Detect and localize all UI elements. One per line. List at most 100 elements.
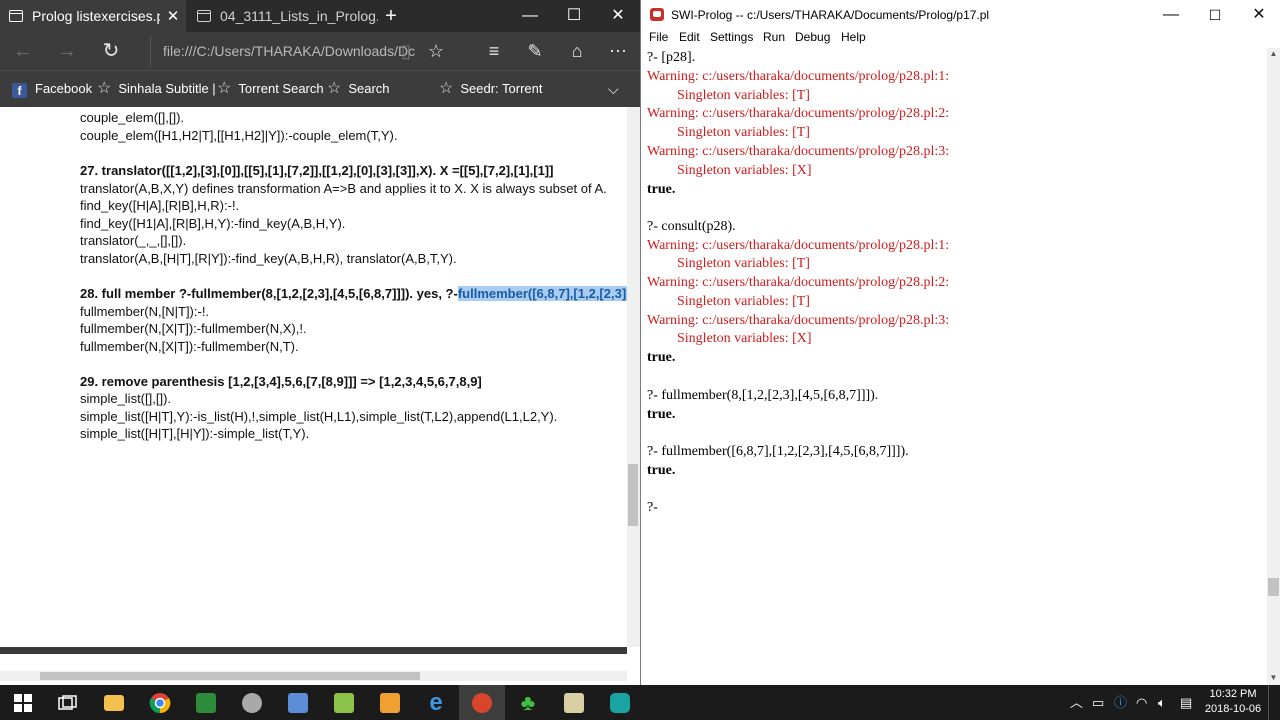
battery-icon[interactable]: ▭ xyxy=(1092,685,1104,720)
network-icon[interactable]: ◠ xyxy=(1136,685,1147,720)
favorite-torrent-search[interactable]: ☆ Torrent Search xyxy=(217,71,324,107)
scroll-up-icon[interactable]: ▲ xyxy=(1267,48,1280,60)
console-query: ?- consult(p28). xyxy=(647,219,736,234)
edge-icon[interactable]: e xyxy=(413,685,459,720)
favorite-label: Search xyxy=(348,81,390,96)
console-warning: Warning: c:/users/tharaka/documents/prol… xyxy=(647,275,950,290)
close-button[interactable]: ✕ xyxy=(1237,0,1280,30)
menu-edit[interactable]: Edit xyxy=(679,30,700,44)
star-icon: ☆ xyxy=(97,80,112,97)
doc-line: fullmember(N,[N|T]):-!. xyxy=(80,304,210,319)
tab-prolog-listexercises[interactable]: Prolog listexercises.pdf ✕ xyxy=(0,0,186,32)
app-gray-icon[interactable] xyxy=(229,685,275,720)
doc-heading-text: 28. full member ?-fullmember(8,[1,2,[2,3… xyxy=(80,286,458,301)
url-field[interactable]: file:///C:/Users/THARAKA/Downloads/Dc xyxy=(150,36,415,66)
task-view-icon[interactable] xyxy=(45,685,91,720)
window-title: SWI-Prolog -- c:/Users/THARAKA/Documents… xyxy=(671,8,990,22)
minimize-button[interactable]: — xyxy=(508,0,552,32)
refresh-icon[interactable]: ↻ xyxy=(90,32,132,70)
menu-file[interactable]: File xyxy=(649,30,668,44)
clock[interactable]: 10:32 PM 2018-10-06 xyxy=(1200,687,1266,717)
scroll-down-icon[interactable]: ▼ xyxy=(1267,672,1280,684)
swi-prolog-owl-icon[interactable] xyxy=(459,685,505,720)
doc-line: simple_list([H|T],Y):-is_list(H),!,simpl… xyxy=(80,409,558,424)
doc-line: translator(_,_,[],[]). xyxy=(80,233,187,248)
new-tab-button[interactable]: + xyxy=(378,0,404,32)
menu-help[interactable]: Help xyxy=(841,30,866,44)
favorites-bar: f Facebook ☆ Sinhala Subtitle | ☆ Torrent S… xyxy=(0,70,640,107)
chrome-icon[interactable] xyxy=(137,685,183,720)
prolog-console[interactable]: ?- [p28]. Warning: c:/users/tharaka/docu… xyxy=(641,48,1267,685)
scroll-thumb[interactable] xyxy=(1268,578,1279,596)
doc-heading: 27. translator([[1,2],[3],[0]],[[5],[1],… xyxy=(80,163,554,178)
notepad-plus-icon[interactable] xyxy=(321,685,367,720)
show-hidden-icons-chevron-icon[interactable]: ︿ xyxy=(1070,685,1083,720)
scroll-thumb[interactable] xyxy=(628,464,638,526)
forward-icon[interactable]: → xyxy=(46,32,88,70)
console-warning: Warning: c:/users/tharaka/documents/prol… xyxy=(647,238,950,253)
back-icon[interactable]: ← xyxy=(2,32,44,70)
favorite-sinhala-subtitle[interactable]: ☆ Sinhala Subtitle | xyxy=(97,71,216,107)
favorite-search[interactable]: ☆ Search xyxy=(327,71,390,107)
app-blue-icon[interactable] xyxy=(275,685,321,720)
web-note-icon[interactable]: ✎ xyxy=(515,32,555,70)
favorite-seedr[interactable]: ☆ Seedr: Torrent xyxy=(439,71,542,107)
favorite-facebook[interactable]: f Facebook xyxy=(12,71,92,107)
horizontal-scrollbar[interactable] xyxy=(0,647,640,685)
console-answer: true. xyxy=(647,182,676,197)
doc-line: translator(A,B,[H|T],[R|Y]):-find_key(A,… xyxy=(80,251,457,266)
menu-debug[interactable]: Debug xyxy=(795,30,830,44)
favorite-label: Torrent Search xyxy=(238,81,324,96)
close-tab-icon[interactable]: ✕ xyxy=(160,7,186,25)
console-prompt[interactable]: ?- xyxy=(647,500,658,516)
app-clover-icon[interactable]: ♣ xyxy=(505,685,551,720)
console-query: ?- [p28]. xyxy=(647,50,696,65)
console-warning: Singleton variables: [T] xyxy=(677,256,810,271)
console-answer: true. xyxy=(647,407,676,422)
minimize-button[interactable]: — xyxy=(1149,0,1193,30)
share-icon[interactable]: ⌂ xyxy=(557,32,597,70)
favorite-star-icon[interactable]: ☆ xyxy=(416,32,456,70)
windows-start-icon[interactable] xyxy=(0,685,46,720)
tab-label: Prolog listexercises.pdf xyxy=(32,8,160,24)
more-icon[interactable]: ⋯ xyxy=(598,32,638,70)
doc-line: fullmember(N,[X|T]):-fullmember(N,T). xyxy=(80,339,299,354)
app-teal-icon[interactable] xyxy=(597,685,643,720)
close-button[interactable]: ✕ xyxy=(596,0,640,32)
maximize-button[interactable]: ☐ xyxy=(1193,0,1237,30)
swi-prolog-owl-icon xyxy=(650,8,664,21)
keyboard-icon[interactable]: ▤ xyxy=(1180,685,1192,720)
tab-page-icon xyxy=(197,10,211,22)
scroll-thumb[interactable] xyxy=(40,672,420,680)
tab-lists-in-prolog[interactable]: 04_3111_Lists_in_Prolog.pdf xyxy=(188,0,378,32)
app-green-icon[interactable] xyxy=(183,685,229,720)
console-warning: Warning: c:/users/tharaka/documents/prol… xyxy=(647,106,950,121)
swi-prolog-window: SWI-Prolog -- c:/Users/THARAKA/Documents… xyxy=(640,0,1280,685)
vertical-scrollbar[interactable] xyxy=(627,107,640,647)
file-explorer-icon[interactable] xyxy=(91,685,137,720)
console-warning: Singleton variables: [T] xyxy=(677,125,810,140)
maximize-button[interactable]: ☐ xyxy=(552,0,596,32)
star-icon: ☆ xyxy=(217,80,232,97)
doc-line: translator(A,B,X,Y) defines transformati… xyxy=(80,181,607,196)
console-query: ?- fullmember(8,[1,2,[2,3],[4,5,[6,8,7]]… xyxy=(647,388,879,403)
hub-icon[interactable]: ≡ xyxy=(474,32,514,70)
console-warning: Singleton variables: [X] xyxy=(677,163,812,178)
vertical-scrollbar[interactable]: ▲ ▼ xyxy=(1267,48,1280,685)
menu-run[interactable]: Run xyxy=(763,30,785,44)
menu-settings[interactable]: Settings xyxy=(710,30,753,44)
volume-icon[interactable]: 🔈︎ xyxy=(1158,685,1166,720)
app-film-icon[interactable] xyxy=(551,685,597,720)
clock-time: 10:32 PM xyxy=(1209,688,1257,700)
doc-line: couple_elem([H1,H2|T],[[H1,H2]|Y]):-coup… xyxy=(80,128,398,143)
prolog-title-bar: SWI-Prolog -- c:/Users/THARAKA/Documents… xyxy=(641,0,1280,30)
show-desktop-button[interactable] xyxy=(1268,685,1280,720)
favorites-overflow-chevron-icon[interactable]: ⌵ xyxy=(608,71,619,107)
media-player-icon[interactable] xyxy=(367,685,413,720)
favorite-label: Sinhala Subtitle | xyxy=(118,81,216,96)
selected-text[interactable]: fullmember([6,8,7],[1,2,[2,3], xyxy=(457,286,627,301)
console-warning: Warning: c:/users/tharaka/documents/prol… xyxy=(647,313,950,328)
info-icon[interactable]: ⓘ xyxy=(1114,685,1127,720)
tab-page-icon xyxy=(9,10,23,22)
doc-line: find_key([H1|A],[R|B],H,Y):-find_key(A,B… xyxy=(80,216,346,231)
